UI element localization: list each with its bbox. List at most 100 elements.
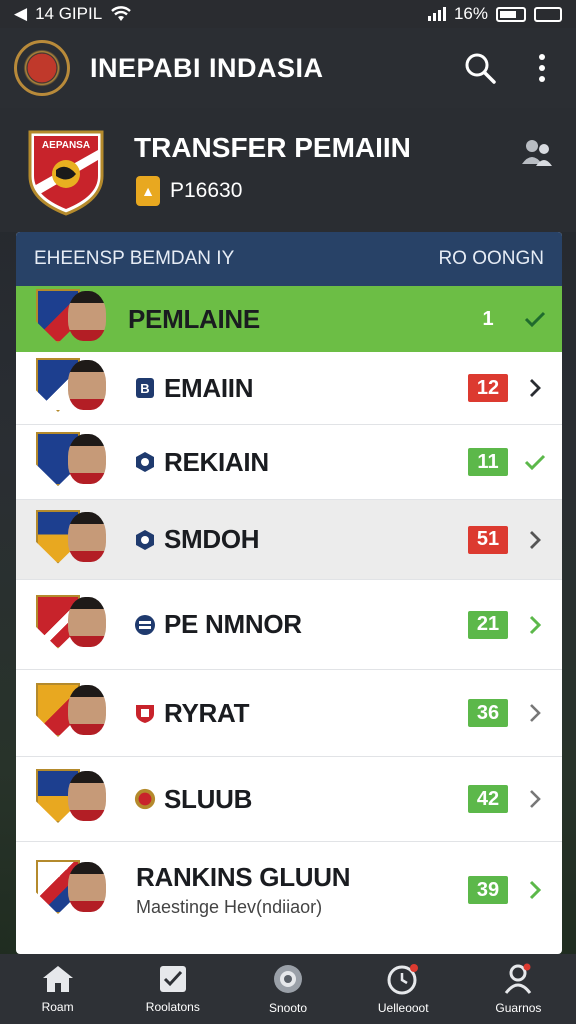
player-name: RANKINS GLUUN (136, 862, 351, 892)
svg-text:AEPANSA: AEPANSA (42, 140, 90, 151)
back-arrow-icon: ◀ (14, 4, 28, 23)
player-avatar (36, 358, 116, 418)
open-button[interactable] (508, 529, 562, 551)
clock-icon (387, 964, 419, 995)
player-name: REKIAIN (164, 446, 269, 477)
nav-label: Guarnos (495, 1001, 542, 1015)
nav-label: Roam (41, 1000, 74, 1014)
open-button[interactable] (508, 788, 562, 810)
player-rank: 42 (468, 785, 508, 813)
player-avatar (36, 289, 116, 349)
list-header-left: EHEENSP BEMDAN IY (34, 248, 235, 269)
player-avatar (36, 683, 116, 743)
home-icon (42, 966, 73, 992)
list-item[interactable]: RANKINS GLUUN Maestinge Hev(ndiiaor) 39 (16, 842, 562, 938)
battery-secondary-icon (534, 6, 562, 22)
profile-button[interactable] (520, 136, 554, 173)
select-button[interactable] (508, 453, 562, 471)
club-icon (134, 787, 156, 811)
coin-balance: ▲ P16630 (136, 176, 242, 206)
list-header-right: RO OONGN (438, 248, 544, 269)
player-avatar (36, 769, 116, 829)
nav-relations[interactable]: Roolatons (115, 954, 230, 1024)
user-icon (505, 963, 532, 994)
player-name: PE NMNOR (164, 609, 302, 639)
nav-watch[interactable]: Uelleooot (346, 954, 461, 1024)
nav-home[interactable]: Roam (0, 954, 115, 1024)
player-name: SLUUB (164, 783, 253, 814)
chevron-right-icon (530, 704, 541, 722)
player-rank: 11 (468, 448, 508, 476)
app-logo (14, 40, 70, 96)
signal-icon (427, 7, 446, 21)
nav-label: Snooto (268, 1001, 308, 1015)
battery-percent: 16% (453, 4, 488, 23)
open-button[interactable] (508, 879, 562, 901)
player-name: EMAIIN (164, 372, 254, 403)
club-icon: B (134, 377, 156, 399)
svg-text:B: B (140, 381, 149, 396)
nav-shoot[interactable]: Snooto (230, 954, 345, 1024)
club-icon (134, 529, 156, 551)
search-icon (465, 53, 496, 84)
bottom-nav: Roam Roolatons Snooto Uelleooot Guarnos (0, 954, 576, 1024)
list-item[interactable]: REKIAIN 11 (16, 425, 562, 500)
list-item[interactable]: SLUUB 42 (16, 757, 562, 842)
player-rank: 51 (468, 525, 508, 554)
list-item[interactable]: PE NMNOR 21 (16, 580, 562, 670)
wifi-icon (111, 6, 132, 21)
coin-value: P16630 (170, 179, 243, 202)
checklist-icon (159, 966, 186, 992)
list-item[interactable]: B EMAIIN 12 (16, 352, 562, 425)
nav-label: Uelleooot (377, 1001, 429, 1015)
page-title: TRANSFER PEMAIIN (134, 132, 411, 163)
player-rank: 36 (468, 699, 508, 727)
transfer-list: EHEENSP BEMDAN IY RO OONGN PEMLAINE 1 B … (16, 232, 562, 954)
nav-label: Roolatons (145, 1000, 200, 1014)
coin-icon: ▲ (136, 176, 160, 206)
player-avatar (36, 509, 116, 570)
status-time: 14 GIPIL (35, 4, 103, 23)
club-icon (134, 614, 156, 636)
open-button[interactable] (508, 702, 562, 724)
open-button[interactable] (508, 614, 562, 636)
nav-profile[interactable]: Guarnos (461, 954, 576, 1024)
chevron-right-icon (530, 790, 541, 808)
search-button[interactable] (460, 48, 500, 88)
check-icon (524, 311, 546, 328)
ball-icon (274, 965, 302, 993)
list-header: EHEENSP BEMDAN IY RO OONGN (16, 232, 562, 286)
battery-icon (496, 6, 526, 22)
chevron-right-icon (529, 615, 542, 634)
player-rank: 39 (468, 876, 508, 904)
chevron-right-icon (529, 880, 542, 900)
open-button[interactable] (508, 377, 562, 399)
chevron-right-icon (530, 530, 541, 549)
select-button[interactable] (508, 310, 562, 328)
club-icon (134, 702, 156, 724)
more-vertical-icon (539, 54, 545, 82)
list-item[interactable]: PEMLAINE 1 (16, 286, 562, 352)
club-crest-icon: AEPANSA (28, 130, 104, 216)
player-name: PEMLAINE (128, 303, 260, 334)
status-bar: ◀ 14 GIPIL 16% (0, 0, 576, 28)
player-name: RYRAT (164, 697, 250, 728)
app-bar: INEPABI INDASIA (0, 28, 576, 108)
more-menu-button[interactable] (522, 48, 562, 88)
club-icon (134, 451, 156, 473)
club-header: AEPANSA TRANSFER PEMAIIN ▲ P16630 (0, 108, 576, 232)
player-subtitle: Maestinge Hev(ndiiaor) (136, 897, 323, 917)
player-rank: 1 (482, 307, 494, 330)
player-rank: 12 (468, 374, 508, 402)
player-avatar (36, 860, 116, 920)
player-avatar (36, 432, 116, 492)
users-icon (522, 140, 552, 166)
player-name: SMDOH (164, 524, 260, 554)
list-item[interactable]: RYRAT 36 (16, 670, 562, 757)
chevron-right-icon (530, 379, 541, 397)
list-item[interactable]: SMDOH 51 (16, 500, 562, 580)
player-info: RANKINS GLUUN Maestinge Hev(ndiiaor) (136, 862, 468, 918)
check-icon (524, 454, 546, 471)
player-avatar (36, 594, 116, 655)
app-title: INEPABI INDASIA (90, 52, 324, 83)
